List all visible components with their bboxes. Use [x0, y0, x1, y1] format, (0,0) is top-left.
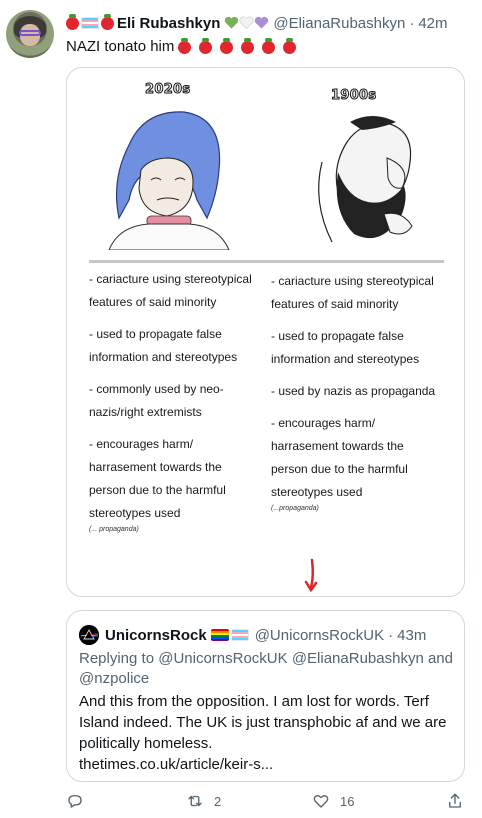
reply-button[interactable] [66, 792, 94, 810]
replying-to-label: Replying to [79, 650, 155, 667]
share-icon [449, 793, 461, 808]
retweet-count: 2 [214, 793, 222, 809]
meme-right-item: - cariacture using stereotypical feature… [271, 274, 434, 311]
meme-left-item: - used to propagate false information an… [89, 327, 238, 364]
avatar-glasses [19, 30, 41, 36]
display-name[interactable]: Eli Rubashkyn [117, 15, 220, 32]
prism-logo-icon [79, 625, 99, 645]
quoted-handle[interactable]: @UnicornsRockUK [255, 627, 384, 644]
tomato-emoji [66, 13, 79, 30]
meme-image: 2020s 1900s - cariacture using stereotyp… [67, 68, 464, 596]
retweet-button[interactable]: 2 [186, 792, 221, 810]
meme-right-item: - used to propagate false information an… [271, 329, 420, 366]
separator-dot: · [388, 626, 394, 644]
retweet-icon [188, 795, 202, 807]
meme-right-title: 1900s [330, 88, 377, 104]
separator-dot: · [409, 14, 415, 32]
left-cartoon-drawing [108, 111, 230, 250]
tweet-text: NAZI tonato him [66, 37, 298, 57]
quoted-display-name[interactable]: UnicornsRock [105, 627, 207, 644]
right-cartoon-drawing [318, 116, 413, 243]
green-heart-emoji [225, 16, 239, 29]
reply-icon [68, 795, 82, 808]
meme-divider [89, 260, 444, 263]
meme-left-item: - commonly used by neo-nazis/right extre… [89, 382, 224, 419]
share-button[interactable] [446, 792, 464, 810]
replying-to: Replying to @UnicornsRockUK @ElianaRubas… [79, 649, 459, 689]
tweet-media-image[interactable]: 2020s 1900s - cariacture using stereotyp… [66, 67, 465, 597]
meme-left-column: - cariacture using stereotypical feature… [89, 268, 259, 535]
quoted-tweet[interactable]: UnicornsRock @UnicornsRockUK · 43m Reply… [66, 610, 465, 782]
tomato-emoji [101, 13, 114, 30]
quoted-tweet-text: And this from the opposition. I am lost … [79, 691, 459, 775]
tomato-emoji [283, 37, 297, 54]
meme-right-item: - used by nazis as propaganda [271, 384, 436, 398]
meme-left-footnote: (... propaganda) [89, 526, 139, 533]
tweet-text-content: NAZI tonato him [66, 38, 175, 55]
timestamp[interactable]: 42m [418, 15, 447, 32]
handle[interactable]: @ElianaRubashkyn [273, 15, 405, 32]
meme-right-footnote: (...propaganda) [271, 505, 319, 512]
like-button[interactable]: 16 [312, 792, 354, 810]
tomato-emoji [220, 37, 234, 54]
quoted-tweet-header: UnicornsRock @UnicornsRockUK · 43m [79, 625, 426, 645]
tomato-emoji-row [178, 37, 298, 54]
meme-left-item: - cariacture using stereotypical feature… [89, 272, 252, 309]
trans-flag-emoji [230, 629, 249, 641]
tomato-emoji [262, 37, 276, 54]
tweet-actions: 2 16 [66, 792, 466, 816]
meme-left-title: 2020s [144, 82, 191, 98]
tomato-emoji [199, 37, 213, 54]
meme-right-column: - cariacture using stereotypical feature… [271, 270, 441, 514]
tweet[interactable]: Eli Rubashkyn @ElianaRubashkyn · 42m NAZ… [0, 0, 482, 818]
white-heart-emoji [239, 16, 254, 30]
quoted-timestamp[interactable]: 43m [397, 627, 426, 644]
trans-flag-emoji [81, 17, 99, 29]
tomato-emoji [178, 37, 192, 54]
avatar[interactable] [6, 10, 54, 58]
quoted-tweet-body: And this from the opposition. I am lost … [79, 693, 447, 752]
tomato-emoji [241, 37, 255, 54]
quoted-avatar[interactable] [79, 625, 99, 645]
purple-heart-emoji [255, 16, 269, 29]
rainbow-flag-emoji [210, 629, 229, 641]
red-arrow-icon [304, 558, 318, 593]
like-icon [313, 794, 329, 808]
tweet-header: Eli Rubashkyn @ElianaRubashkyn · 42m [66, 13, 448, 33]
meme-left-item: - encourages harm/ harrasement towards t… [89, 437, 226, 520]
quoted-tweet-link[interactable]: thetimes.co.uk/article/keir-s... [79, 754, 459, 775]
like-count: 16 [340, 793, 355, 809]
meme-right-item: - encourages harm/ harrasement towards t… [271, 416, 408, 499]
